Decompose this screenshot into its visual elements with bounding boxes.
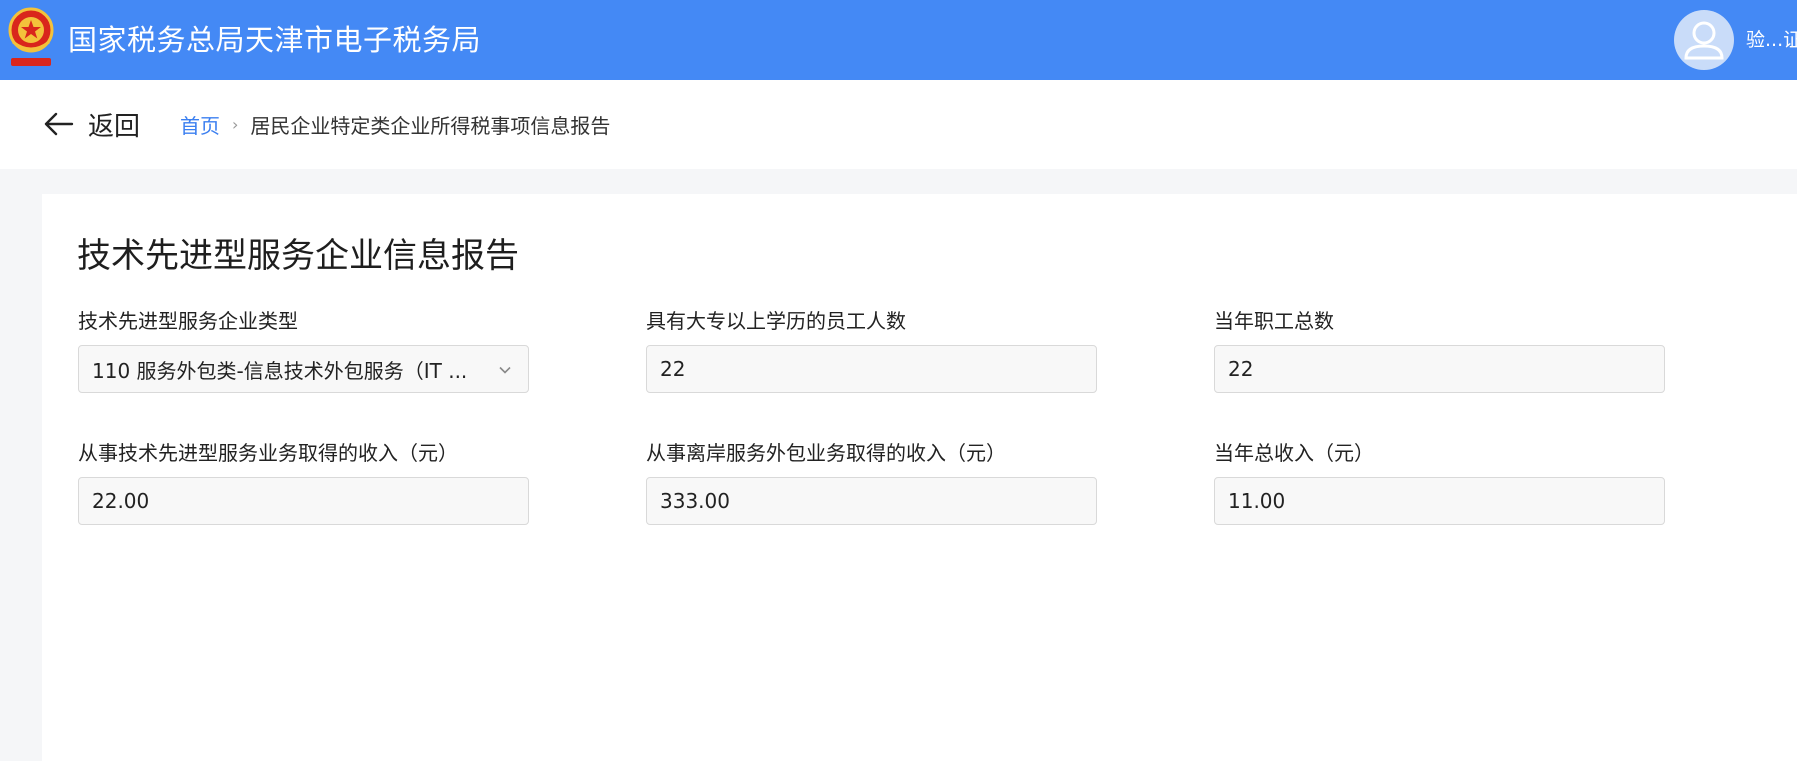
total-income-field: 当年总收入（元） 11.00	[1214, 438, 1665, 525]
chevron-down-icon	[499, 366, 511, 374]
advanced-service-income-field: 从事技术先进型服务业务取得的收入（元） 22.00	[78, 438, 529, 525]
total-employees-input[interactable]: 22	[1214, 345, 1665, 393]
input-value: 22.00	[92, 489, 150, 513]
breadcrumb: 首页 › 居民企业特定类企业所得税事项信息报告	[180, 104, 610, 144]
field-label: 当年职工总数	[1214, 309, 1334, 333]
total-income-input[interactable]: 11.00	[1214, 477, 1665, 525]
enterprise-type-select[interactable]: 110 服务外包类-信息技术外包服务（IT ...	[78, 345, 529, 393]
tax-emblem-icon	[5, 6, 57, 72]
field-label: 从事技术先进型服务业务取得的收入（元）	[78, 441, 458, 465]
total-employees-field: 当年职工总数 22	[1214, 306, 1665, 393]
input-value: 333.00	[660, 489, 730, 513]
user-name[interactable]: 验...证	[1746, 0, 1797, 80]
advanced-service-income-input[interactable]: 22.00	[78, 477, 529, 525]
arrow-left-icon	[44, 112, 74, 136]
college-employees-input[interactable]: 22	[646, 345, 1097, 393]
input-value: 11.00	[1228, 489, 1286, 513]
back-button[interactable]: 返回	[44, 104, 140, 144]
report-panel: 技术先进型服务企业信息报告 技术先进型服务企业类型 110 服务外包类-信息技术…	[42, 194, 1797, 761]
field-label: 技术先进型服务企业类型	[78, 309, 298, 333]
select-value: 110 服务外包类-信息技术外包服务（IT ...	[92, 358, 468, 383]
college-employees-field: 具有大专以上学历的员工人数 22	[646, 306, 1097, 393]
chevron-right-icon: ›	[232, 114, 239, 134]
field-label: 从事离岸服务外包业务取得的收入（元）	[646, 441, 1006, 465]
breadcrumb-current: 居民企业特定类企业所得税事项信息报告	[250, 113, 611, 138]
offshore-outsourcing-income-input[interactable]: 333.00	[646, 477, 1097, 525]
back-label: 返回	[88, 111, 141, 142]
input-value: 22	[660, 357, 686, 381]
field-label: 具有大专以上学历的员工人数	[646, 309, 906, 333]
app-title: 国家税务总局天津市电子税务局	[68, 23, 482, 57]
top-header: 国家税务总局天津市电子税务局 验...证	[0, 0, 1797, 80]
enterprise-type-field: 技术先进型服务企业类型 110 服务外包类-信息技术外包服务（IT ...	[78, 306, 529, 393]
page-title: 技术先进型服务企业信息报告	[77, 236, 519, 276]
navigation-bar: 返回 首页 › 居民企业特定类企业所得税事项信息报告	[0, 80, 1797, 169]
input-value: 22	[1228, 357, 1254, 381]
field-label: 当年总收入（元）	[1214, 441, 1374, 465]
breadcrumb-home-link[interactable]: 首页	[180, 110, 220, 139]
user-avatar-icon[interactable]	[1674, 10, 1734, 70]
offshore-outsourcing-income-field: 从事离岸服务外包业务取得的收入（元） 333.00	[646, 438, 1097, 525]
